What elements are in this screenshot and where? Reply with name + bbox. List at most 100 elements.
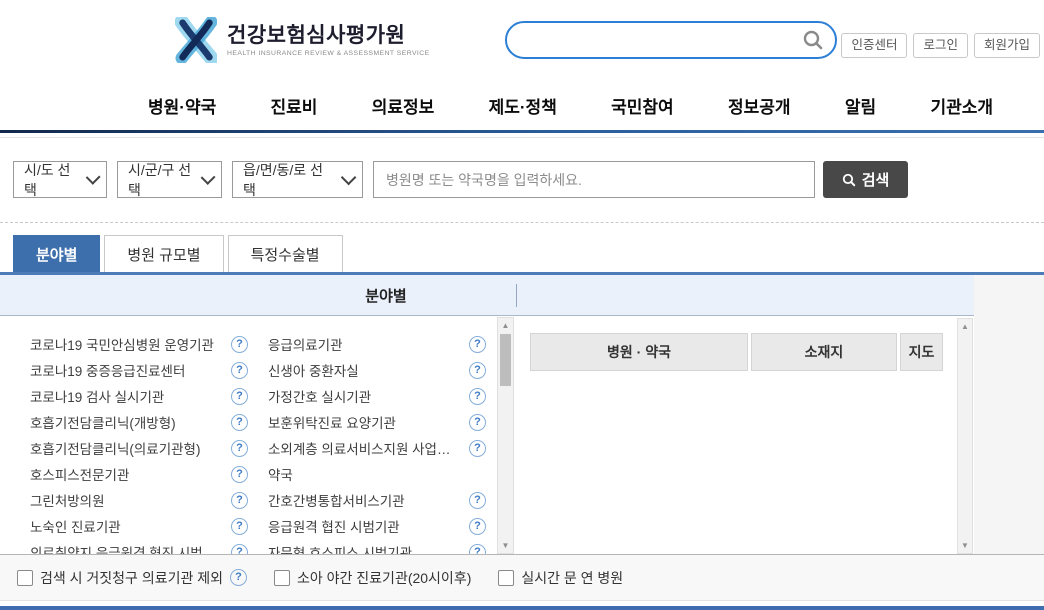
- help-icon[interactable]: ?: [231, 466, 248, 483]
- footer-filter-label: 실시간 문 연 병원: [521, 568, 623, 588]
- search-icon: [842, 173, 856, 187]
- category-label: 보훈위탁진료 요양기관: [268, 412, 396, 432]
- category-item[interactable]: 그린처방의원 ?: [30, 487, 248, 513]
- category-item[interactable]: 호흡기전담클리닉(의료기관형) ?: [30, 435, 248, 461]
- chevron-down-icon: [341, 170, 356, 185]
- nav-item[interactable]: 알림: [845, 93, 876, 118]
- result-table-header: 병원 · 약국소재지지도: [530, 333, 943, 371]
- sido-select[interactable]: 시/도 선택: [13, 161, 107, 198]
- global-search-input[interactable]: [523, 31, 802, 49]
- nav-items: 병원·약국 진료비 의료정보 제도·정책 국민참여 정보공개 알림 기관소개: [148, 80, 993, 130]
- result-panel: 병원 · 약국소재지지도: [515, 317, 957, 554]
- checkbox[interactable]: [17, 570, 33, 586]
- category-label: 신생아 중환자실: [268, 360, 359, 380]
- nav-item[interactable]: 의료정보: [372, 93, 435, 118]
- main-nav: 병원·약국 진료비 의료정보 제도·정책 국민참여 정보공개 알림 기관소개: [0, 80, 1044, 133]
- chevron-down-icon: [201, 170, 216, 185]
- header: 건강보험심사평가원 HEALTH INSURANCE REVIEW & ASSE…: [0, 0, 1044, 80]
- category-item[interactable]: 가정간호 실시기관 ?: [268, 383, 486, 409]
- category-item[interactable]: 신생아 중환자실 ?: [268, 357, 486, 383]
- footer-filter: 실시간 문 연 병원 ?: [498, 568, 623, 588]
- sigungu-select-label: 시/군/구 선택: [128, 160, 193, 200]
- help-icon[interactable]: ?: [230, 569, 247, 586]
- help-icon[interactable]: ?: [469, 492, 486, 509]
- table-header-cell: 지도: [900, 333, 943, 371]
- category-item[interactable]: 약국 ?: [268, 461, 486, 487]
- category-item[interactable]: 보훈위탁진료 요양기관 ?: [268, 409, 486, 435]
- nav-item[interactable]: 정보공개: [728, 93, 791, 118]
- tab-label: 분야별: [36, 244, 77, 265]
- footer-filter-label: 검색 시 거짓청구 의료기관 제외: [40, 568, 223, 588]
- scroll-down-icon[interactable]: ▼: [958, 541, 972, 550]
- tab-label: 특정수술별: [251, 244, 320, 265]
- nav-item[interactable]: 병원·약국: [148, 93, 216, 118]
- header-button[interactable]: 인증센터: [841, 33, 907, 58]
- help-icon[interactable]: ?: [231, 336, 248, 353]
- search-icon[interactable]: [802, 29, 824, 51]
- category-label: 응급원격 협진 시범기관: [268, 516, 400, 536]
- category-item[interactable]: 의료취약지 응급원격 협진 시범 ?: [30, 539, 248, 554]
- category-item[interactable]: 간호간병통합서비스기관 ?: [268, 487, 486, 513]
- search-button-label: 검색: [862, 169, 890, 190]
- help-icon[interactable]: ?: [231, 388, 248, 405]
- help-icon[interactable]: ?: [469, 544, 486, 555]
- help-icon[interactable]: ?: [231, 414, 248, 431]
- category-item[interactable]: 응급의료기관 ?: [268, 331, 486, 357]
- category-label: 코로나19 국민안심병원 운영기관: [30, 334, 214, 354]
- table-header-cell: 소재지: [751, 333, 897, 371]
- nav-item[interactable]: 진료비: [271, 93, 318, 118]
- dong-select[interactable]: 읍/면/동/로 선택: [232, 161, 363, 198]
- help-icon[interactable]: ?: [231, 544, 248, 555]
- header-button[interactable]: 로그인: [913, 33, 968, 58]
- scrollbar-thumb[interactable]: [500, 334, 511, 386]
- table-header-cell: 병원 · 약국: [530, 333, 748, 371]
- scroll-down-icon[interactable]: ▼: [498, 541, 513, 550]
- nav-item[interactable]: 제도·정책: [489, 93, 557, 118]
- header-button[interactable]: 회원가입: [974, 33, 1040, 58]
- logo[interactable]: 건강보험심사평가원 HEALTH INSURANCE REVIEW & ASSE…: [175, 17, 430, 63]
- chevron-down-icon: [86, 170, 101, 185]
- help-icon[interactable]: ?: [469, 518, 486, 535]
- logo-subtitle: HEALTH INSURANCE REVIEW & ASSESSMENT SER…: [227, 50, 430, 57]
- help-icon[interactable]: ?: [231, 362, 248, 379]
- help-icon[interactable]: ?: [469, 388, 486, 405]
- search-button[interactable]: 검색: [823, 161, 908, 198]
- help-icon[interactable]: ?: [469, 336, 486, 353]
- category-item[interactable]: 자문형 호스피스 시범기관 ?: [268, 539, 486, 554]
- help-icon[interactable]: ?: [231, 492, 248, 509]
- nav-item[interactable]: 기관소개: [930, 93, 993, 118]
- footer-filter-label: 소아 야간 진료기관(20시이후): [297, 568, 471, 588]
- hospital-name-input[interactable]: [373, 161, 815, 198]
- hira-logo-icon: [175, 17, 217, 63]
- nav-item[interactable]: 국민참여: [611, 93, 674, 118]
- filter-bar: 시/도 선택 시/군/구 선택 읍/면/동/로 선택 검색: [0, 137, 1044, 223]
- scroll-up-icon[interactable]: ▲: [498, 321, 513, 330]
- header-utility-buttons: 인증센터로그인회원가입: [841, 33, 1040, 58]
- checkbox[interactable]: [274, 570, 290, 586]
- category-label: 호흡기전담클리닉(의료기관형): [30, 438, 200, 458]
- category-label: 가정간호 실시기관: [268, 386, 371, 406]
- help-icon[interactable]: ?: [231, 440, 248, 457]
- scroll-up-icon[interactable]: ▲: [958, 322, 972, 331]
- checkbox[interactable]: [498, 570, 514, 586]
- category-item[interactable]: 호흡기전담클리닉(개방형) ?: [30, 409, 248, 435]
- category-item[interactable]: 호스피스전문기관 ?: [30, 461, 248, 487]
- help-icon[interactable]: ?: [469, 362, 486, 379]
- tab[interactable]: 특정수술별: [228, 235, 343, 272]
- category-item[interactable]: 노숙인 진료기관 ?: [30, 513, 248, 539]
- category-item[interactable]: 응급원격 협진 시범기관 ?: [268, 513, 486, 539]
- category-item[interactable]: 코로나19 국민안심병원 운영기관 ?: [30, 331, 248, 357]
- category-label: 그린처방의원: [30, 490, 105, 510]
- sigungu-select[interactable]: 시/군/구 선택: [117, 161, 222, 198]
- right-gutter: [974, 275, 1044, 554]
- category-item[interactable]: 코로나19 검사 실시기관 ?: [30, 383, 248, 409]
- help-icon[interactable]: ?: [231, 518, 248, 535]
- category-item[interactable]: 소외계층 의료서비스지원 사업… ?: [268, 435, 486, 461]
- page: 건강보험심사평가원 HEALTH INSURANCE REVIEW & ASSE…: [0, 0, 1044, 610]
- help-icon[interactable]: ?: [469, 440, 486, 457]
- help-icon[interactable]: ?: [469, 414, 486, 431]
- tab[interactable]: 분야별: [13, 235, 100, 272]
- category-label: 소외계층 의료서비스지원 사업…: [268, 438, 450, 458]
- tab[interactable]: 병원 규모별: [104, 235, 223, 272]
- category-item[interactable]: 코로나19 중증응급진료센터 ?: [30, 357, 248, 383]
